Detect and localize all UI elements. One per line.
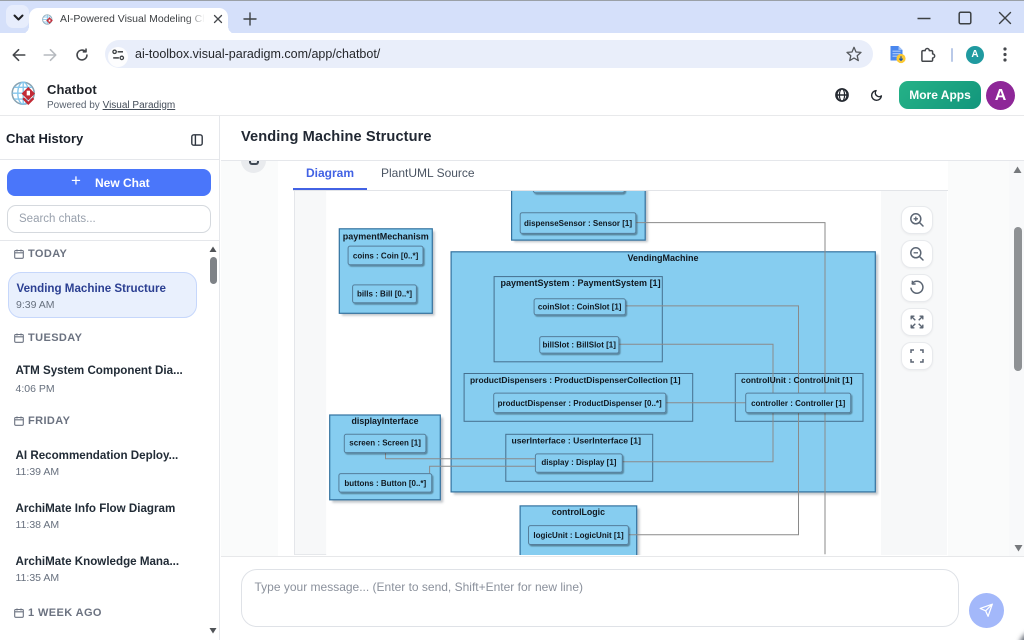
- svg-text:coins : Coin [0..*]: coins : Coin [0..*]: [353, 251, 419, 260]
- svg-text:controller : Controller [1]: controller : Controller [1]: [751, 399, 846, 408]
- svg-text:displayInterface: displayInterface: [352, 416, 419, 426]
- svg-text:paymentMechanism: paymentMechanism: [343, 231, 429, 241]
- svg-text:productDispensers : ProductDis: productDispensers : ProductDispenserColl…: [470, 375, 681, 385]
- svg-text:VendingMachine: VendingMachine: [627, 253, 698, 263]
- svg-text:display : Display [1]: display : Display [1]: [541, 458, 616, 467]
- svg-text:dispenseSensor : Sensor [1]: dispenseSensor : Sensor [1]: [524, 219, 632, 228]
- svg-text:logicUnit : LogicUnit [1]: logicUnit : LogicUnit [1]: [533, 531, 624, 540]
- svg-text:billSlot : BillSlot [1]: billSlot : BillSlot [1]: [543, 341, 617, 350]
- svg-text:bills : Bill [0..*]: bills : Bill [0..*]: [357, 290, 412, 299]
- svg-text:buttons : Button [0..*]: buttons : Button [0..*]: [344, 479, 426, 488]
- svg-text:productDispenser : ProductDisp: productDispenser : ProductDispenser [0..…: [498, 399, 662, 408]
- svg-text:coinSlot : CoinSlot [1]: coinSlot : CoinSlot [1]: [538, 303, 622, 312]
- svg-text:controlUnit : ControlUnit [1]: controlUnit : ControlUnit [1]: [741, 375, 853, 385]
- svg-text:controlLogic: controlLogic: [552, 507, 605, 517]
- svg-text:userInterface : UserInterface: userInterface : UserInterface [1]: [512, 436, 642, 446]
- svg-text:screen : Screen [1]: screen : Screen [1]: [349, 439, 421, 448]
- svg-text:paymentSystem : PaymentSystem: paymentSystem : PaymentSystem [1]: [501, 278, 661, 288]
